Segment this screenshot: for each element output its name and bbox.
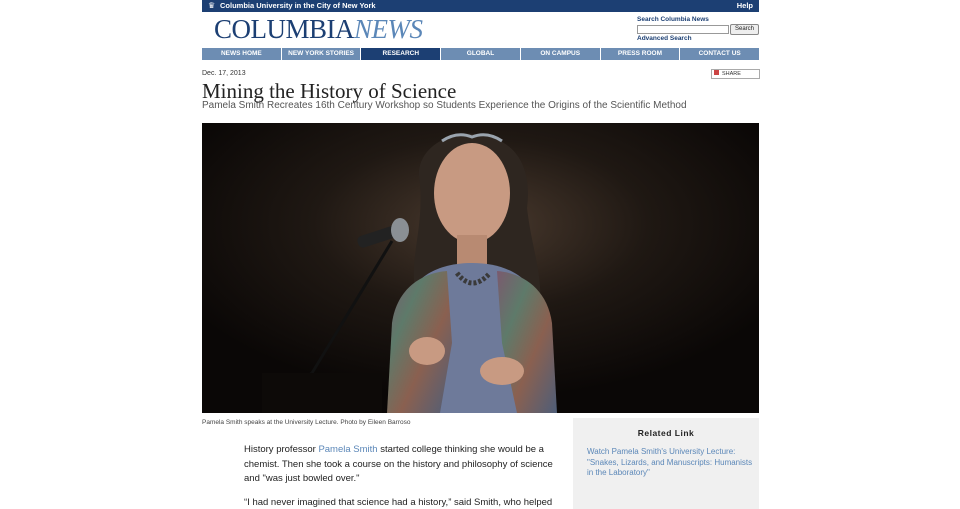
article-date: Dec. 17, 2013: [202, 70, 246, 77]
nav-new-york-stories[interactable]: NEW YORK STORIES: [281, 48, 362, 60]
search-button[interactable]: Search: [730, 24, 759, 35]
related-link-box: Related Link Watch Pamela Smith's Univer…: [573, 418, 759, 509]
nav-global[interactable]: GLOBAL: [441, 48, 521, 60]
paragraph-1: History professor Pamela Smith started c…: [244, 444, 553, 484]
columbia-news-logo[interactable]: COLUMBIANEWS: [214, 14, 423, 44]
related-link-heading: Related Link: [637, 428, 695, 438]
university-bar: ♛ Columbia University in the City of New…: [202, 0, 759, 12]
nav-on-campus[interactable]: ON CAMPUS: [520, 48, 601, 60]
paragraph-2: “I had never imagined that science had a…: [244, 496, 553, 508]
logo-columbia: COLUMBIA: [214, 14, 355, 44]
search-input[interactable]: [637, 25, 729, 34]
photo-caption: Pamela Smith speaks at the University Le…: [202, 419, 411, 426]
article-subtitle: Pamela Smith Recreates 16th Century Work…: [202, 100, 687, 111]
nav-research[interactable]: RESEARCH: [361, 48, 442, 60]
lecture-photo: [202, 123, 759, 413]
pamela-smith-link[interactable]: Pamela Smith: [318, 444, 377, 455]
nav-news-home[interactable]: NEWS HOME: [202, 48, 282, 60]
advanced-search-link[interactable]: Advanced Search: [637, 35, 692, 42]
nav-contact-us[interactable]: CONTACT US: [680, 48, 760, 60]
nav-press-room[interactable]: PRESS ROOM: [600, 48, 681, 60]
logo-news: NEWS: [354, 14, 423, 44]
search-label: Search Columbia News: [637, 16, 709, 23]
page: ♛ Columbia University in the City of New…: [202, 0, 760, 509]
related-lecture-link[interactable]: Watch Pamela Smith's University Lecture:…: [587, 447, 757, 479]
share-label: SHARE: [722, 71, 741, 77]
help-link[interactable]: Help: [737, 0, 753, 12]
share-icon: [714, 70, 719, 76]
university-link[interactable]: Columbia University in the City of New Y…: [220, 0, 376, 12]
photo-illustration: [202, 123, 759, 413]
article-body: History professor Pamela Smith started c…: [244, 443, 564, 509]
search-box: Search Columbia News Search Advanced Sea…: [637, 16, 759, 46]
share-button[interactable]: SHARE: [711, 69, 760, 79]
main-nav: NEWS HOME NEW YORK STORIES RESEARCH GLOB…: [202, 48, 760, 60]
crown-icon: ♛: [208, 1, 216, 10]
